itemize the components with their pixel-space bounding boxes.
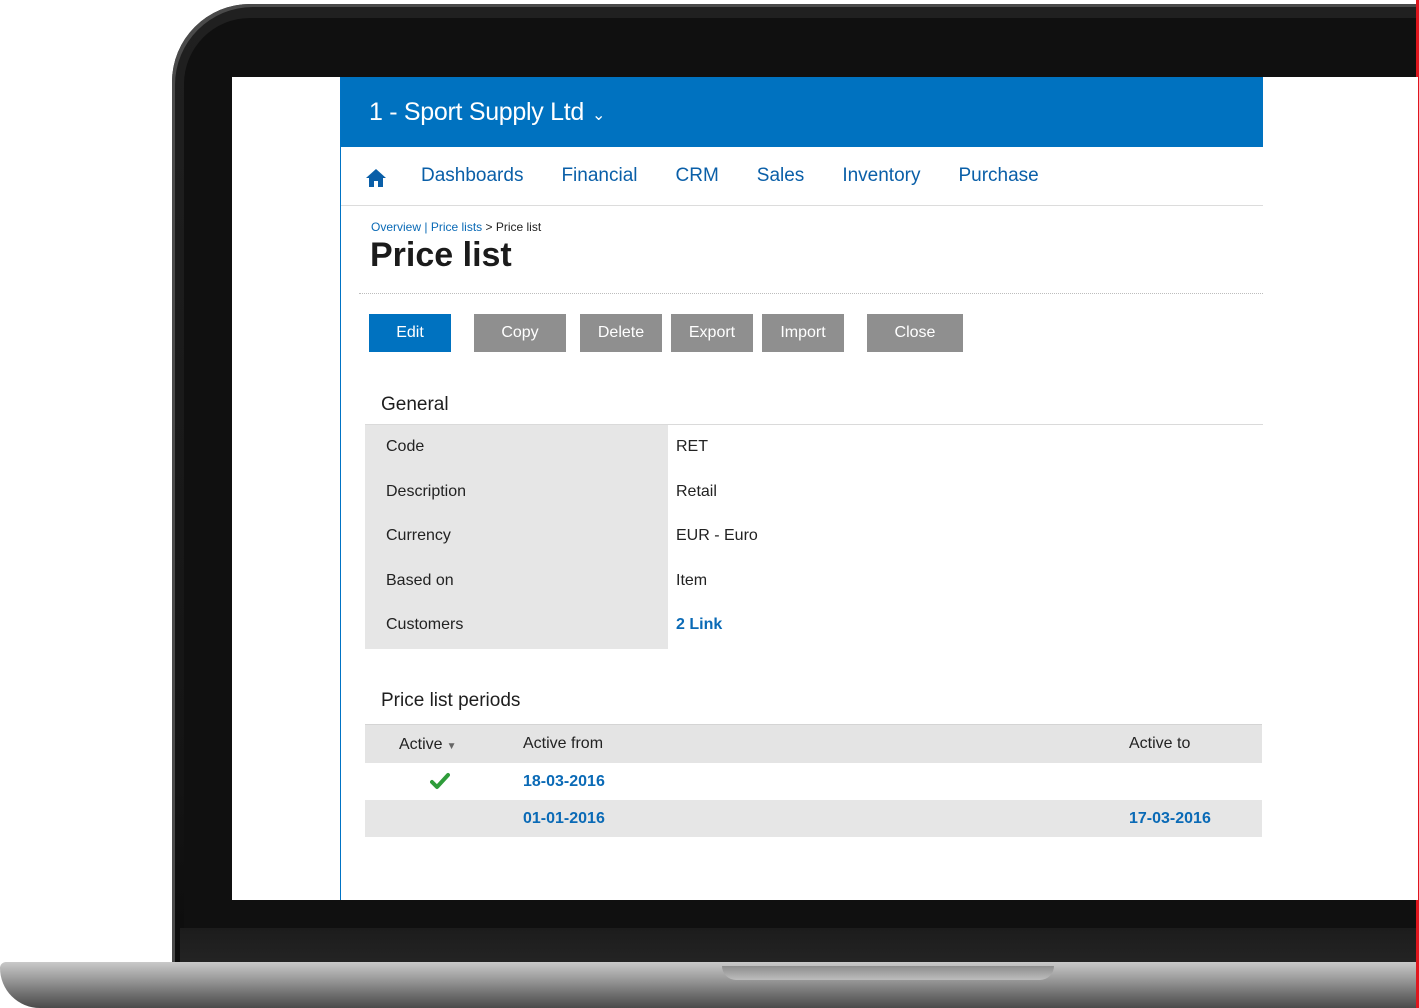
copy-button[interactable]: Copy — [474, 314, 566, 352]
customers-link[interactable]: 2 Link — [676, 616, 722, 634]
breadcrumb-price-lists-link[interactable]: Price lists — [431, 220, 482, 234]
detail-value: RET — [676, 438, 708, 455]
import-button[interactable]: Import — [762, 314, 844, 352]
nav-item-sales[interactable]: Sales — [757, 165, 805, 187]
title-divider — [359, 293, 1263, 294]
detail-row-code: Code RET — [365, 425, 1262, 469]
detail-label: Code — [386, 438, 425, 455]
table-header: Active ▼ Active from Active to — [365, 724, 1262, 763]
breadcrumb-overview-link[interactable]: Overview — [371, 220, 421, 234]
detail-row-description: Description Retail — [365, 470, 1262, 514]
company-header[interactable]: 1 - Sport Supply Ltd ⌄ — [341, 77, 1263, 147]
detail-label: Currency — [386, 527, 451, 544]
general-heading: General — [381, 394, 449, 415]
active-from-link[interactable]: 18-03-2016 — [523, 773, 605, 791]
nav-item-financial[interactable]: Financial — [561, 165, 637, 187]
home-icon[interactable] — [365, 167, 387, 189]
detail-value: Retail — [676, 483, 717, 500]
general-details: Code RET Description Retail Currency EUR… — [365, 425, 1263, 650]
toolbar: Edit Copy Delete Export Import Close — [369, 314, 1263, 352]
breadcrumb-current: > Price list — [482, 220, 542, 234]
column-header-active-to[interactable]: Active to — [1129, 735, 1190, 753]
active-to-link[interactable]: 17-03-2016 — [1129, 810, 1211, 828]
page-title: Price list — [370, 236, 512, 274]
periods-table: Active ▼ Active from Active to 18-03-2016… — [365, 724, 1262, 837]
detail-label: Customers — [386, 616, 464, 633]
column-header-active-from[interactable]: Active from — [523, 735, 603, 753]
detail-row-customers: Customers 2 Link — [365, 603, 1262, 647]
app-window: 1 - Sport Supply Ltd ⌄ Dashboards Financ… — [340, 77, 1263, 900]
sort-down-icon[interactable]: ▼ — [447, 741, 457, 752]
detail-value: EUR - Euro — [676, 527, 758, 544]
nav-item-inventory[interactable]: Inventory — [842, 165, 920, 187]
chevron-down-icon[interactable]: ⌄ — [592, 105, 605, 125]
detail-label: Based on — [386, 572, 454, 589]
detail-row-based-on: Based on Item — [365, 559, 1262, 603]
export-button[interactable]: Export — [671, 314, 753, 352]
delete-button[interactable]: Delete — [580, 314, 662, 352]
nav-item-purchase[interactable]: Purchase — [958, 165, 1038, 187]
company-name[interactable]: 1 - Sport Supply Ltd — [369, 98, 584, 127]
checkmark-icon — [430, 773, 450, 789]
table-row[interactable]: 18-03-2016 — [365, 763, 1262, 800]
edit-button[interactable]: Edit — [369, 314, 451, 352]
detail-row-currency: Currency EUR - Euro — [365, 514, 1262, 558]
main-nav: Dashboards Financial CRM Sales Inventory… — [341, 147, 1263, 206]
breadcrumb: Overview | Price lists > Price list — [371, 220, 1263, 234]
table-row[interactable]: 01-01-2016 17-03-2016 — [365, 800, 1262, 837]
detail-label: Description — [386, 483, 467, 500]
column-header-active[interactable]: Active ▼ — [399, 736, 456, 754]
nav-item-crm[interactable]: CRM — [676, 165, 719, 187]
breadcrumb-divider: | — [421, 220, 431, 234]
laptop-base-notch — [722, 966, 1054, 980]
close-button[interactable]: Close — [867, 314, 963, 352]
nav-item-dashboards[interactable]: Dashboards — [421, 165, 523, 187]
active-from-link[interactable]: 01-01-2016 — [523, 810, 605, 828]
laptop-screen: 1 - Sport Supply Ltd ⌄ Dashboards Financ… — [232, 77, 1418, 900]
periods-heading: Price list periods — [381, 690, 521, 711]
detail-value: Item — [676, 572, 708, 589]
laptop-base — [0, 962, 1419, 1008]
